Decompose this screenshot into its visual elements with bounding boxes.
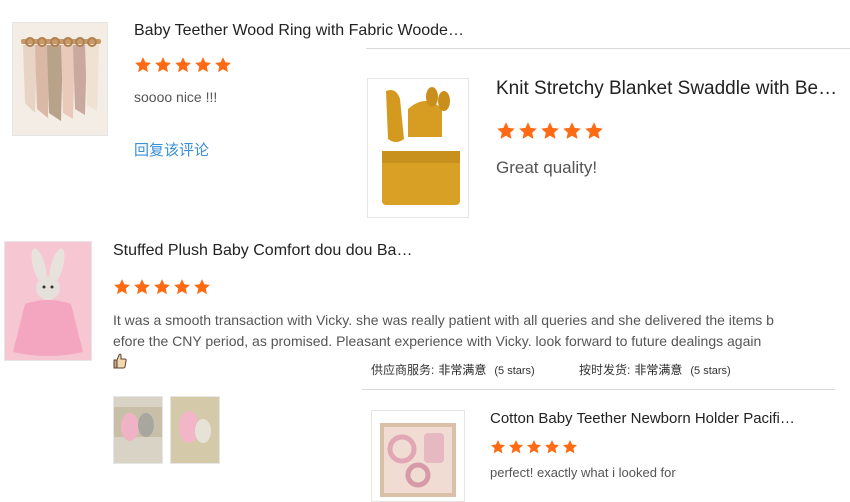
star-icon	[527, 440, 541, 454]
star-icon	[563, 122, 581, 139]
review-text: soooo nice !!!	[134, 89, 218, 105]
review-title[interactable]: Knit Stretchy Blanket Swaddle with Beani…	[496, 78, 841, 100]
star-rating	[113, 278, 213, 296]
star-rating	[134, 56, 234, 74]
star-icon	[135, 57, 151, 73]
star-icon	[154, 279, 170, 295]
on-time-delivery-stars: (5 stars)	[690, 365, 731, 377]
product-image-teether-bibs[interactable]	[12, 22, 108, 136]
star-icon	[541, 122, 559, 139]
supplier-service-stars: (5 stars)	[494, 365, 535, 377]
reply-comment-link[interactable]: 回复该评论	[134, 139, 209, 160]
star-icon	[195, 57, 211, 73]
review-photo-thumbnail[interactable]	[170, 396, 220, 464]
review-text: perfect! exactly what i looked for	[490, 465, 676, 480]
product-image-teether-pacifier[interactable]	[371, 410, 465, 502]
star-icon	[114, 279, 130, 295]
star-icon	[585, 122, 603, 139]
supplier-service-rating: 供应商服务: 非常满意 (5 stars)	[371, 361, 535, 378]
product-image-bunny-plush[interactable]	[4, 241, 92, 361]
star-icon	[134, 279, 150, 295]
star-icon	[519, 122, 537, 139]
star-icon	[545, 440, 559, 454]
divider	[362, 389, 835, 390]
supplier-service-value: 非常满意	[438, 363, 487, 377]
review-text: Great quality!	[496, 158, 598, 177]
review-text-line: efore the CNY period, as promised. Pleas…	[113, 333, 762, 349]
review-title[interactable]: Baby Teether Wood Ring with Fabric Woode…	[134, 22, 464, 40]
star-rating	[496, 121, 606, 141]
star-icon	[497, 122, 515, 139]
star-icon	[155, 57, 171, 73]
star-icon	[194, 279, 210, 295]
star-icon	[215, 57, 231, 73]
star-icon	[175, 57, 191, 73]
thumbs-up-icon	[113, 353, 127, 374]
on-time-delivery-value: 非常满意	[634, 363, 683, 377]
star-rating	[490, 439, 580, 455]
review-text-line: It was a smooth transaction with Vicky. …	[113, 312, 774, 328]
star-icon	[563, 440, 577, 454]
star-icon	[491, 440, 505, 454]
on-time-delivery-label: 按时发货:	[579, 363, 631, 377]
on-time-delivery-rating: 按时发货: 非常满意 (5 stars)	[579, 361, 731, 378]
review-title[interactable]: Stuffed Plush Baby Comfort dou dou Baby …	[113, 242, 413, 260]
divider	[366, 48, 850, 49]
star-icon	[509, 440, 523, 454]
supplier-service-label: 供应商服务:	[371, 363, 435, 377]
review-title[interactable]: Cotton Baby Teether Newborn Holder Pacif…	[490, 410, 800, 427]
star-icon	[174, 279, 190, 295]
product-image-swaddle[interactable]	[367, 78, 469, 218]
review-photo-thumbnail[interactable]	[113, 396, 163, 464]
